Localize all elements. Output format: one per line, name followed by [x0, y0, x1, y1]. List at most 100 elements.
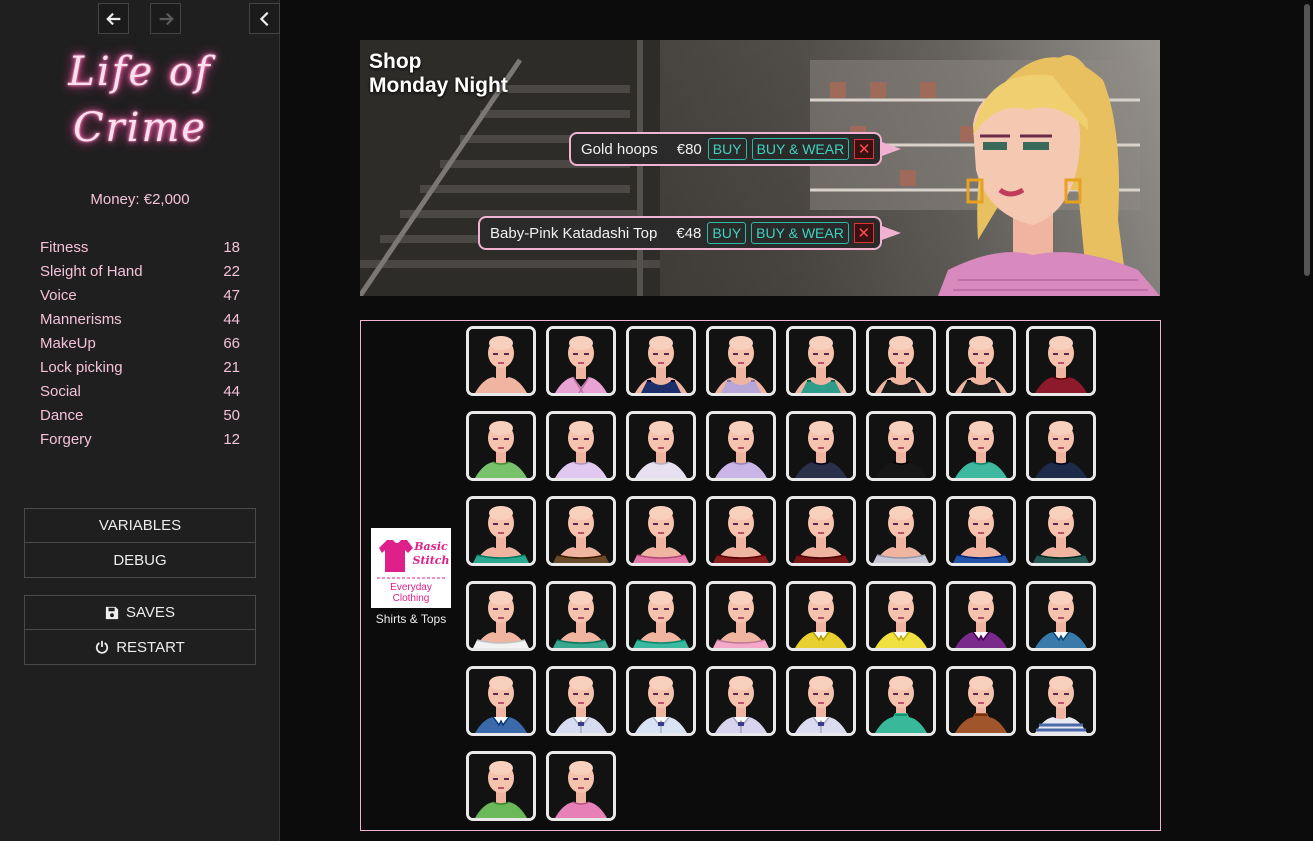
chevron-left-icon — [259, 11, 268, 26]
floppy-disk-icon — [105, 606, 119, 619]
mannequin-icon — [709, 669, 773, 733]
clothing-tile[interactable] — [706, 666, 776, 736]
clothing-tile[interactable] — [706, 411, 776, 481]
mannequin-icon — [1029, 499, 1093, 563]
clothing-tile[interactable] — [786, 581, 856, 651]
clothing-tile[interactable] — [946, 496, 1016, 566]
clothing-tile[interactable] — [626, 496, 696, 566]
remove-item-button[interactable]: ✕ — [854, 139, 875, 159]
power-icon — [96, 640, 109, 654]
debug-button[interactable]: DEBUG — [24, 543, 256, 578]
skill-value: 50 — [223, 407, 240, 424]
mannequin-icon — [629, 669, 693, 733]
item-name: Baby-Pink Katadashi Top — [490, 224, 658, 242]
item-name: Gold hoops — [581, 140, 658, 158]
clothing-tile[interactable] — [1026, 411, 1096, 481]
clothing-tile[interactable] — [466, 581, 536, 651]
variables-button[interactable]: VARIABLES — [24, 508, 256, 543]
skill-name: Voice — [40, 287, 77, 304]
clothing-tile[interactable] — [626, 326, 696, 396]
sidebar: Life of Crime Money: €2,000 Fitness 18 Sle… — [0, 0, 280, 841]
clothing-tile[interactable] — [1026, 666, 1096, 736]
clothing-tile[interactable] — [706, 496, 776, 566]
clothing-tile[interactable] — [466, 666, 536, 736]
clothing-tile[interactable] — [706, 326, 776, 396]
clothing-grid-panel: Basic Stitch Everyday Clothing Shirts & … — [360, 320, 1161, 831]
money-display: Money: €2,000 — [90, 191, 190, 208]
clothing-tile[interactable] — [866, 496, 936, 566]
clothing-tile[interactable] — [546, 581, 616, 651]
skill-row: Forgery 12 — [40, 430, 240, 454]
skill-value: 18 — [223, 239, 240, 256]
banner-title: Shop Monday Night — [369, 50, 508, 98]
mannequin-icon — [629, 414, 693, 478]
skill-row: MakeUp 66 — [40, 334, 240, 358]
skill-value: 22 — [223, 263, 240, 280]
clothing-tile[interactable] — [466, 751, 536, 821]
clothing-tile[interactable] — [466, 411, 536, 481]
clothing-tile[interactable] — [786, 411, 856, 481]
back-button[interactable] — [98, 3, 129, 34]
item-price: €48 — [676, 224, 702, 242]
clothing-tile[interactable] — [546, 751, 616, 821]
clothing-tile[interactable] — [946, 581, 1016, 651]
item-bubble-top: Baby-Pink Katadashi Top €48 BUY BUY & WE… — [478, 216, 901, 250]
collapse-sidebar-button[interactable] — [249, 3, 280, 34]
clothing-tile[interactable] — [466, 326, 536, 396]
scrollbar[interactable] — [1304, 4, 1310, 276]
forward-button[interactable] — [150, 3, 181, 34]
clothing-tile[interactable] — [786, 496, 856, 566]
restart-button[interactable]: RESTART — [24, 630, 256, 665]
restart-label: RESTART — [116, 638, 185, 656]
clothing-tile[interactable] — [626, 581, 696, 651]
clothing-tile[interactable] — [466, 496, 536, 566]
clothing-tile[interactable] — [1026, 496, 1096, 566]
buy-and-wear-button[interactable]: BUY & WEAR — [751, 138, 850, 160]
mannequin-icon — [549, 584, 613, 648]
mannequin-icon — [709, 414, 773, 478]
mannequin-icon — [1029, 669, 1093, 733]
skill-name: Dance — [40, 407, 84, 424]
clothing-tile[interactable] — [626, 411, 696, 481]
clothing-tile[interactable] — [866, 666, 936, 736]
skill-name: Sleight of Hand — [40, 263, 143, 280]
clothing-tile[interactable] — [946, 411, 1016, 481]
shop-logo[interactable]: Basic Stitch Everyday Clothing — [371, 528, 451, 608]
skill-row: Mannerisms 44 — [40, 310, 240, 334]
game-logo: Life of Crime — [68, 49, 212, 151]
skill-name: MakeUp — [40, 335, 96, 352]
buy-button[interactable]: BUY — [707, 138, 747, 160]
clothing-tile[interactable] — [1026, 326, 1096, 396]
clothing-tile[interactable] — [546, 411, 616, 481]
clothing-tile[interactable] — [786, 326, 856, 396]
clothing-tile[interactable] — [866, 411, 936, 481]
skill-row: Fitness 18 — [40, 238, 240, 262]
buy-and-wear-button[interactable]: BUY & WEAR — [751, 222, 849, 244]
clothing-tile[interactable] — [706, 581, 776, 651]
skill-row: Sleight of Hand 22 — [40, 262, 240, 286]
clothing-tile[interactable] — [866, 326, 936, 396]
item-price: €80 — [676, 140, 702, 158]
skill-name: Forgery — [40, 431, 92, 448]
clothing-tile[interactable] — [786, 666, 856, 736]
clothing-tile[interactable] — [946, 326, 1016, 396]
clothing-tile[interactable] — [546, 326, 616, 396]
mannequin-icon — [789, 414, 853, 478]
clothing-tile[interactable] — [546, 666, 616, 736]
mannequin-icon — [469, 584, 533, 648]
mannequin-icon — [949, 584, 1013, 648]
shop-banner: Shop Monday Night Gold hoops €80 BUY BUY… — [360, 40, 1160, 296]
clothing-tile[interactable] — [626, 666, 696, 736]
clothing-tile[interactable] — [946, 666, 1016, 736]
buy-button[interactable]: BUY — [707, 222, 747, 244]
saves-label: SAVES — [126, 604, 175, 621]
remove-item-button[interactable]: ✕ — [853, 223, 874, 243]
mannequin-icon — [469, 414, 533, 478]
location-label: Shop — [369, 50, 422, 73]
mannequin-icon — [949, 329, 1013, 393]
saves-button[interactable]: SAVES — [24, 595, 256, 630]
clothing-tile[interactable] — [1026, 581, 1096, 651]
mannequin-icon — [949, 669, 1013, 733]
clothing-tile[interactable] — [866, 581, 936, 651]
clothing-tile[interactable] — [546, 496, 616, 566]
